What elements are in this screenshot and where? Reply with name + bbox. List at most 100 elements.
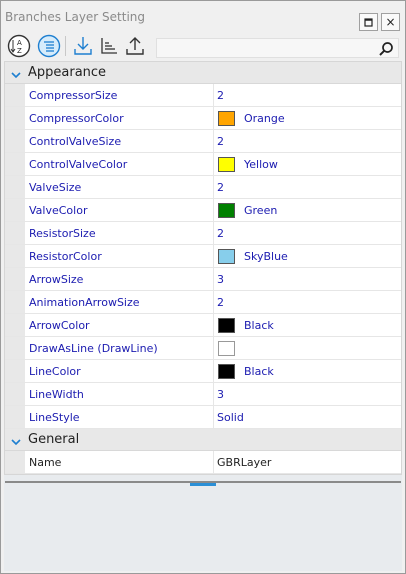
property-value[interactable]: Orange [244,112,285,125]
property-row[interactable]: ResistorSize 2 [5,222,401,245]
close-button[interactable]: × [381,13,400,31]
property-row[interactable]: DrawAsLine (DrawLine) [5,337,401,360]
row-gutter [5,337,25,359]
property-value[interactable]: 2 [217,135,224,148]
splitter-grip[interactable] [190,483,216,486]
row-gutter [5,107,25,129]
row-gutter [5,406,25,428]
column-divider [213,406,214,428]
property-row[interactable]: ControlValveSize 2 [5,130,401,153]
property-grid: Appearance CompressorSize 2 CompressorColor… [4,61,402,475]
row-gutter [5,451,25,473]
property-name: ArrowSize [29,273,84,286]
property-value[interactable]: 2 [217,89,224,102]
property-name: LineColor [29,365,81,378]
property-value[interactable]: 2 [217,296,224,309]
categorized-button[interactable] [37,34,61,58]
property-name: CompressorColor [29,112,124,125]
restore-button[interactable] [359,13,378,31]
property-name: DrawAsLine (DrawLine) [29,342,158,355]
color-swatch[interactable] [218,203,235,218]
column-divider [213,451,214,473]
property-name: ControlValveSize [29,135,122,148]
property-value[interactable]: Yellow [244,158,278,171]
property-row[interactable]: ValveColor Green [5,199,401,222]
property-name: LineStyle [29,411,80,424]
property-window: Branches Layer Setting × A Z Appearance … [0,0,406,574]
category-label: General [28,432,80,447]
row-gutter [5,176,25,198]
property-value[interactable]: GBRLayer [217,456,271,469]
property-row[interactable]: ResistorColor SkyBlue [5,245,401,268]
property-row[interactable]: CompressorSize 2 [5,84,401,107]
toolbar-separator [65,36,66,56]
row-gutter [5,314,25,336]
row-gutter [5,130,25,152]
property-name: ResistorSize [29,227,96,240]
property-value[interactable]: 2 [217,227,224,240]
property-name: ControlValveColor [29,158,128,171]
column-divider [213,153,214,175]
property-row[interactable]: LineWidth 3 [5,383,401,406]
row-gutter [5,383,25,405]
restore-icon [364,17,373,27]
property-value[interactable]: 3 [217,273,224,286]
color-swatch[interactable] [218,111,235,126]
property-row[interactable]: LineStyle Solid [5,406,401,429]
row-gutter [5,199,25,221]
property-row[interactable]: ValveSize 2 [5,176,401,199]
property-row[interactable]: Name GBRLayer [5,451,401,474]
category-general[interactable]: General [5,429,401,451]
color-swatch[interactable] [218,157,235,172]
toolbar: A Z [1,32,405,60]
sort-list-icon [101,38,117,54]
search-icon[interactable] [378,41,394,61]
property-name: ValveColor [29,204,88,217]
column-divider [213,222,214,244]
row-gutter [5,222,25,244]
import-button[interactable] [71,34,95,58]
property-value[interactable]: SkyBlue [244,250,288,263]
property-value[interactable]: 2 [217,181,224,194]
row-gutter [5,245,25,267]
sort-alphabetical-button[interactable]: A Z [7,34,31,58]
chevron-down-icon[interactable] [10,66,22,85]
property-value[interactable]: 3 [217,388,224,401]
property-name: ArrowColor [29,319,90,332]
property-row[interactable]: CompressorColor Orange [5,107,401,130]
export-icon [126,37,144,55]
property-row[interactable]: LineColor Black [5,360,401,383]
column-divider [213,107,214,129]
category-appearance[interactable]: Appearance [5,62,401,84]
checkbox[interactable] [218,341,235,356]
color-swatch[interactable] [218,318,235,333]
column-divider [213,314,214,336]
color-swatch[interactable] [218,364,235,379]
property-value[interactable]: Black [244,365,274,378]
chevron-down-icon[interactable] [10,433,22,452]
color-swatch[interactable] [218,249,235,264]
search-box[interactable] [156,38,399,58]
column-divider [213,199,214,221]
svg-text:Z: Z [17,47,22,55]
property-name: LineWidth [29,388,84,401]
property-row[interactable]: AnimationArrowSize 2 [5,291,401,314]
categorized-icon [37,34,61,58]
column-divider [213,383,214,405]
property-name: ValveSize [29,181,82,194]
column-divider [213,291,214,313]
property-row[interactable]: ArrowSize 3 [5,268,401,291]
property-name: AnimationArrowSize [29,296,140,309]
property-value[interactable]: Solid [217,411,244,424]
window-title: Branches Layer Setting [5,10,146,24]
property-row[interactable]: ControlValveColor Yellow [5,153,401,176]
column-divider [213,360,214,382]
sort-list-button[interactable] [97,34,121,58]
property-name: ResistorColor [29,250,102,263]
export-button[interactable] [123,34,147,58]
property-value[interactable]: Black [244,319,274,332]
property-row[interactable]: ArrowColor Black [5,314,401,337]
import-icon [74,37,92,55]
row-gutter [5,84,25,106]
property-value[interactable]: Green [244,204,277,217]
